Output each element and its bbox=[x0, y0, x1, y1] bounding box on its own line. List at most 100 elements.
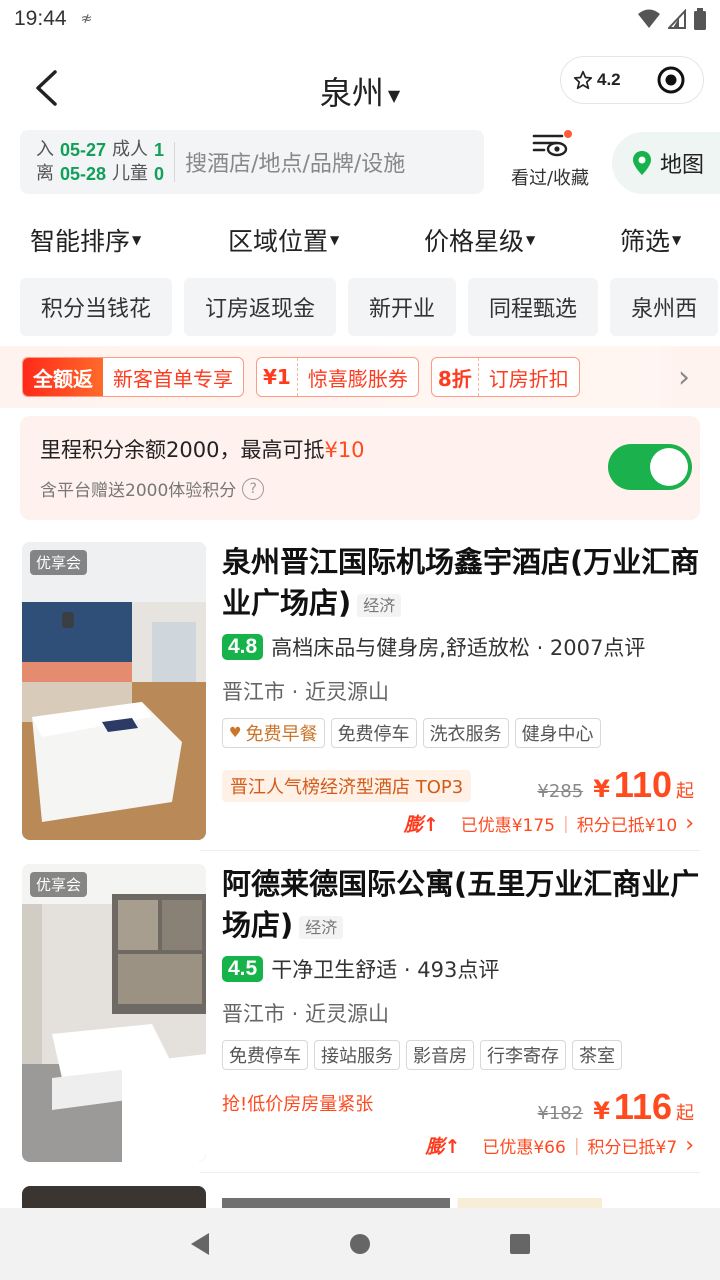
mini-program-capsule: 4.2 bbox=[560, 56, 704, 104]
sort-tab-smart[interactable]: 智能排序 ▼ bbox=[30, 222, 141, 258]
hotel-tag: 免费停车 bbox=[330, 717, 417, 748]
hotel-name: 阿德莱德国际公寓(五里万业汇商业广场店) 经济 bbox=[222, 864, 702, 948]
hotel-photo[interactable]: 优享会 bbox=[22, 542, 206, 840]
chevron-right-icon: › bbox=[685, 811, 694, 836]
caret-down-icon: ▼ bbox=[672, 233, 682, 247]
hotel-name-partial bbox=[222, 1192, 602, 1208]
toggle-knob bbox=[650, 448, 688, 486]
points-amount: ¥10 bbox=[324, 438, 365, 462]
discount-row[interactable]: 膨↑ 已优惠¥175 | 积分已抵¥10 › bbox=[404, 810, 694, 837]
hotel-card[interactable]: 优享会 泉州晋江国际机场鑫宇酒店(万业汇商业广场店) 经济 4.8 高档床品与健身… bbox=[22, 542, 702, 842]
notification-dot bbox=[564, 130, 572, 138]
points-balance: 里程积分余额2000，最高可抵¥10 bbox=[40, 434, 680, 464]
status-bar: 19:44 ≉ bbox=[0, 0, 720, 38]
help-icon[interactable]: ? bbox=[242, 477, 265, 500]
original-price: ¥182 bbox=[537, 1103, 584, 1124]
discount-amount: 已优惠¥66 bbox=[482, 1138, 566, 1158]
map-button[interactable]: 地图 bbox=[612, 132, 720, 194]
hotel-tags: ♥ 免费早餐 免费停车 洗衣服务 健身中心 bbox=[222, 717, 702, 748]
caret-down-icon: ▼ bbox=[526, 233, 536, 247]
adults-label: 成人 bbox=[112, 139, 149, 160]
boost-icon: 膨↑ bbox=[425, 1136, 461, 1158]
sort-tab-label: 智能排序 bbox=[30, 227, 131, 256]
hotel-card-partial[interactable] bbox=[22, 1186, 206, 1208]
sort-tab-label: 区域位置 bbox=[228, 227, 329, 256]
city-name: 泉州 bbox=[319, 74, 384, 112]
hotel-location: 晋江市 · 近灵源山 bbox=[222, 679, 390, 704]
hotel-tag: 免费停车 bbox=[222, 1039, 308, 1070]
sort-tab-filter[interactable]: 筛选 ▼ bbox=[620, 222, 681, 258]
search-input[interactable]: 搜酒店/地点/品牌/设施 bbox=[185, 146, 405, 178]
recents-square-icon[interactable] bbox=[507, 1231, 533, 1257]
hotel-score: 4.8 bbox=[222, 633, 264, 660]
hotel-room-image bbox=[22, 542, 206, 840]
checkout-date: 05-28 bbox=[60, 164, 107, 184]
search-box[interactable]: 入 05-27 成人 1 离 05-28 儿童 0 搜酒店/地点/品牌/设施 bbox=[20, 130, 484, 194]
hotel-tag: 接站服务 bbox=[314, 1039, 400, 1070]
caret-down-icon: ▼ bbox=[387, 85, 401, 105]
star-icon bbox=[573, 70, 593, 90]
rating-value: 4.2 bbox=[597, 70, 621, 89]
current-price: 110 bbox=[613, 764, 672, 805]
sort-tab-label: 筛选 bbox=[620, 227, 671, 256]
chip-cashback[interactable]: 订房返现金 bbox=[184, 278, 337, 336]
price-block: ¥285 ¥ 110 起 bbox=[537, 764, 694, 806]
price-suffix: 起 bbox=[676, 1103, 694, 1124]
promo-tag[interactable]: 8折 订房折扣 bbox=[430, 357, 580, 397]
points-sub-text: 含平台赠送2000体验积分 bbox=[40, 481, 237, 501]
close-miniprogram-button[interactable] bbox=[639, 66, 703, 94]
hotel-info: 泉州晋江国际机场鑫宇酒店(万业汇商业广场店) 经济 4.8 高档床品与健身房,舒适… bbox=[222, 542, 702, 748]
hotel-tag: 影音房 bbox=[406, 1039, 474, 1070]
chevron-right-icon[interactable]: › bbox=[648, 346, 720, 408]
sort-tab-price[interactable]: 价格星级 ▼ bbox=[424, 222, 535, 258]
promo-tag-right: 订房折扣 bbox=[477, 358, 579, 396]
sort-tab-area[interactable]: 区域位置 ▼ bbox=[228, 222, 339, 258]
caret-down-icon: ▼ bbox=[132, 233, 142, 247]
hotel-reviews: · 2007点评 bbox=[536, 635, 646, 660]
hotel-photo[interactable]: 优享会 bbox=[22, 864, 206, 1162]
rating-button[interactable]: 4.2 bbox=[561, 70, 639, 90]
original-price: ¥285 bbox=[537, 781, 584, 802]
date-guest-selector[interactable]: 入 05-27 成人 1 离 05-28 儿童 0 bbox=[36, 138, 164, 186]
wifi-icon bbox=[638, 9, 660, 28]
points-deduction: 积分已抵¥10 bbox=[576, 816, 678, 836]
hotel-info: 阿德莱德国际公寓(五里万业汇商业广场店) 经济 4.5 干净卫生舒适 · 493点… bbox=[222, 864, 702, 1070]
promo-tag[interactable]: ¥1 惊喜膨胀券 bbox=[256, 357, 419, 397]
checkin-date: 05-27 bbox=[60, 140, 107, 160]
back-triangle-icon[interactable] bbox=[187, 1230, 213, 1258]
hotel-room-image bbox=[22, 864, 206, 1162]
hotel-grade: 经济 bbox=[299, 915, 344, 939]
checkin-label: 入 bbox=[36, 139, 54, 160]
promo-tag[interactable]: 全额返 新客首单专享 bbox=[22, 357, 244, 397]
history-favorites-button[interactable]: 看过/收藏 bbox=[500, 130, 600, 196]
chip-selected[interactable]: 同程甄选 bbox=[468, 278, 599, 336]
vip-badge: 优享会 bbox=[30, 872, 88, 897]
boost-icon: 膨↑ bbox=[403, 814, 439, 836]
breakfast-icon: ♥ bbox=[229, 724, 242, 741]
score-row: 4.5 干净卫生舒适 · 493点评 bbox=[222, 954, 702, 984]
hotel-grade: 经济 bbox=[357, 593, 402, 617]
chip-points[interactable]: 积分当钱花 bbox=[20, 278, 173, 336]
map-label: 地图 bbox=[660, 153, 705, 178]
status-icons bbox=[638, 8, 706, 30]
separator: | bbox=[573, 1135, 580, 1156]
children-count: 0 bbox=[154, 164, 165, 184]
eye-icon bbox=[532, 134, 568, 157]
discount-amount: 已优惠¥175 bbox=[460, 816, 555, 836]
discount-row[interactable]: 膨↑ 已优惠¥66 | 积分已抵¥7 › bbox=[425, 1132, 694, 1159]
hotel-card[interactable]: 优享会 阿德莱德国际公寓(五里万业汇商业广场店) 经济 4.5 干净卫生舒适 · … bbox=[22, 864, 702, 1164]
points-deduction: 积分已抵¥7 bbox=[587, 1138, 678, 1158]
hotel-tag: 健身中心 bbox=[514, 717, 601, 748]
promo-banner[interactable]: 全额返 新客首单专享 ¥1 惊喜膨胀券 8折 订房折扣 › bbox=[0, 346, 720, 408]
hotel-reviews: · 493点评 bbox=[403, 957, 500, 982]
currency: ¥ bbox=[593, 1097, 610, 1125]
chip-quanzhou-west[interactable]: 泉州西 bbox=[610, 278, 719, 336]
price-suffix: 起 bbox=[676, 781, 694, 802]
promo-tag-left: ¥1 bbox=[263, 365, 291, 389]
home-circle-icon[interactable] bbox=[347, 1231, 373, 1257]
points-toggle[interactable] bbox=[608, 444, 692, 490]
hotel-tag: ♥ 免费早餐 bbox=[222, 717, 325, 748]
ranking-badge[interactable]: 晋江人气榜经济型酒店 TOP3 bbox=[222, 770, 472, 802]
battery-icon bbox=[694, 8, 706, 30]
chip-new-open[interactable]: 新开业 bbox=[348, 278, 457, 336]
